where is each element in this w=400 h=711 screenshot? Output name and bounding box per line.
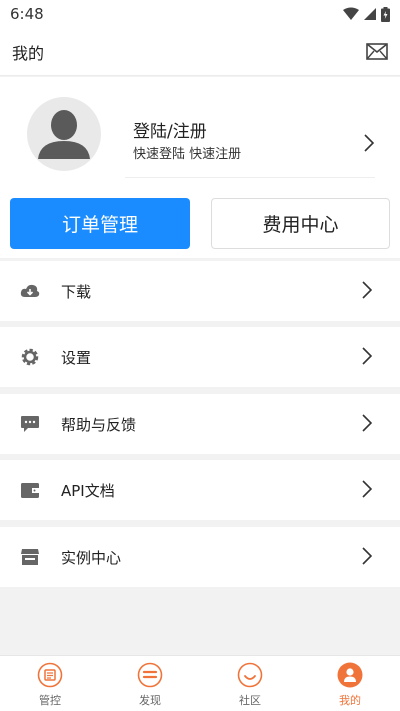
- bottom-tab-bar: 管控 发现 社区 我的: [0, 655, 400, 711]
- profile-subtitle: 快速登陆 快速注册: [133, 147, 242, 162]
- cloud-download-icon: [20, 284, 40, 297]
- discover-icon: [137, 662, 163, 688]
- store-icon: [21, 549, 39, 565]
- status-time: 6:48: [10, 5, 44, 23]
- chevron-right-icon: [362, 414, 372, 432]
- community-icon: [237, 662, 263, 688]
- action-buttons: 订单管理 费用中心: [0, 192, 400, 258]
- tab-profile[interactable]: 我的: [300, 656, 400, 711]
- avatar[interactable]: [27, 97, 101, 171]
- menu-item-label: 设置: [61, 348, 92, 367]
- chevron-right-icon: [364, 134, 374, 152]
- menu-item-help-feedback[interactable]: 帮助与反馈: [0, 394, 400, 454]
- tab-label: 管控: [39, 694, 61, 707]
- wifi-icon: [343, 7, 359, 20]
- chevron-right-icon: [362, 281, 372, 299]
- tab-discover[interactable]: 发现: [100, 656, 200, 711]
- menu-item-label: 帮助与反馈: [61, 415, 137, 434]
- divider: [125, 177, 375, 178]
- menu-item-label: 实例中心: [61, 548, 122, 567]
- signal-icon: [364, 8, 376, 20]
- billing-center-button[interactable]: 费用中心: [211, 198, 390, 249]
- status-icons: [343, 6, 390, 22]
- tab-label: 发现: [139, 694, 161, 707]
- tab-manage[interactable]: 管控: [0, 656, 100, 711]
- chevron-right-icon: [362, 347, 372, 365]
- battery-icon: [381, 6, 390, 22]
- menu-item-download[interactable]: 下载: [0, 261, 400, 321]
- user-silhouette-icon: [38, 110, 90, 159]
- chevron-right-icon: [362, 480, 372, 498]
- wallet-icon: [21, 483, 39, 498]
- profile-icon: [337, 662, 363, 688]
- menu-item-settings[interactable]: 设置: [0, 327, 400, 387]
- tab-community[interactable]: 社区: [200, 656, 300, 711]
- tab-label: 社区: [239, 694, 261, 707]
- profile-card[interactable]: 登陆/注册 快速登陆 快速注册: [0, 77, 400, 192]
- chevron-right-icon: [362, 547, 372, 565]
- order-management-button[interactable]: 订单管理: [10, 198, 190, 249]
- tab-label: 我的: [339, 694, 361, 707]
- menu-item-label: 下载: [61, 282, 92, 301]
- manage-icon: [37, 662, 63, 688]
- app-header: 我的: [0, 28, 400, 76]
- status-bar: 6:48: [0, 0, 400, 28]
- menu-item-label: API文档: [61, 481, 115, 500]
- gear-icon: [21, 348, 39, 366]
- chat-icon: [21, 416, 39, 432]
- menu-item-instance-center[interactable]: 实例中心: [0, 527, 400, 587]
- menu-item-api-docs[interactable]: API文档: [0, 460, 400, 520]
- page-title: 我的: [12, 43, 45, 63]
- mail-icon[interactable]: [366, 43, 388, 60]
- profile-name: 登陆/注册: [133, 122, 207, 142]
